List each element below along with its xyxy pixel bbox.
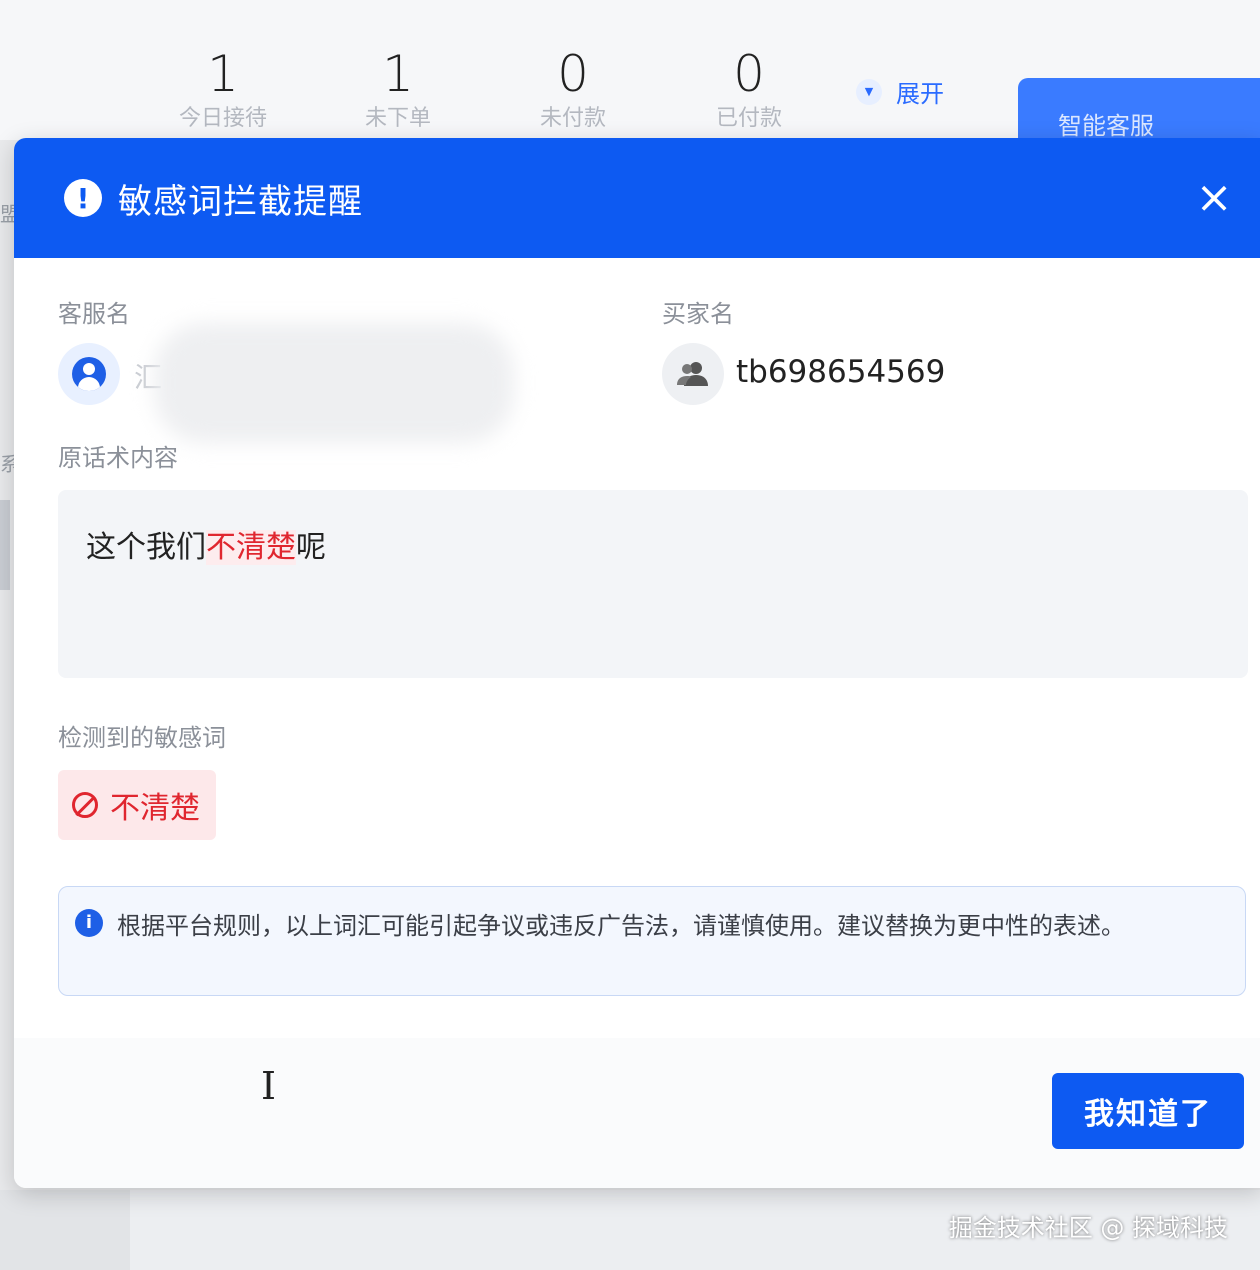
buyer-name: tb698654569 (736, 354, 946, 390)
detected-label: 检测到的敏感词 (58, 724, 226, 752)
original-content-label: 原话术内容 (58, 444, 178, 472)
acknowledge-button[interactable]: 我知道了 (1052, 1073, 1244, 1149)
agent-label: 客服名 (58, 300, 130, 328)
stat-label: 未付款 (539, 106, 606, 131)
modal-title: 敏感词拦截提醒 (118, 181, 363, 222)
stat-value: 0 (557, 45, 589, 103)
sensitive-word-modal: ! 敏感词拦截提醒 × 客服名 汇 买家名 tb698654569 原话术内容 … (14, 138, 1260, 1188)
notice-text: 根据平台规则，以上词汇可能引起争议或违反广告法，请谨慎使用。建议替换为更中性的表… (117, 912, 1125, 940)
modal-footer: I 我知道了 (14, 1038, 1260, 1188)
notice-box: i 根据平台规则，以上词汇可能引起争议或违反广告法，请谨慎使用。建议替换为更中性… (58, 886, 1246, 996)
stat-paid: 0 已付款 (674, 42, 824, 132)
redaction-blur (154, 323, 514, 443)
people-icon (662, 343, 724, 405)
sidebar-edge (0, 500, 10, 590)
highlighted-sensitive-word: 不清楚 (206, 530, 296, 565)
stat-unpaid: 0 未付款 (498, 42, 648, 132)
text-cursor-icon: I (261, 1064, 277, 1108)
expand-toggle[interactable]: ▼ 展开 (856, 74, 944, 109)
original-content-box: 这个我们不清楚呢 (58, 490, 1248, 678)
stat-label: 已付款 (715, 106, 782, 131)
user-avatar-icon (58, 343, 120, 405)
exclamation-icon: ! (64, 179, 102, 217)
ban-icon (72, 792, 98, 818)
sensitive-word: 不清楚 (110, 791, 200, 826)
stat-label: 未下单 (364, 106, 431, 131)
info-icon: i (75, 909, 103, 937)
modal-header: ! 敏感词拦截提醒 × (14, 138, 1260, 258)
stat-today-reception: 1 今日接待 (148, 42, 298, 132)
stat-value: 1 (207, 45, 239, 103)
buyer-label: 买家名 (662, 300, 734, 328)
caret-down-icon: ▼ (856, 78, 882, 105)
content-text: 这个我们 (86, 530, 206, 565)
content-text: 呢 (296, 530, 326, 565)
stat-value: 0 (733, 45, 765, 103)
stat-label: 今日接待 (178, 106, 267, 131)
expand-label: 展开 (896, 80, 944, 108)
stat-value: 1 (382, 45, 414, 103)
watermark: 掘金技术社区 @ 探域科技 (948, 1214, 1228, 1242)
sensitive-word-tag: 不清楚 (58, 770, 216, 840)
background-panel (0, 1190, 130, 1270)
tab-label: 智能客服 (1058, 112, 1154, 140)
stat-not-ordered: 1 未下单 (323, 42, 473, 132)
close-icon[interactable]: × (1192, 176, 1236, 220)
